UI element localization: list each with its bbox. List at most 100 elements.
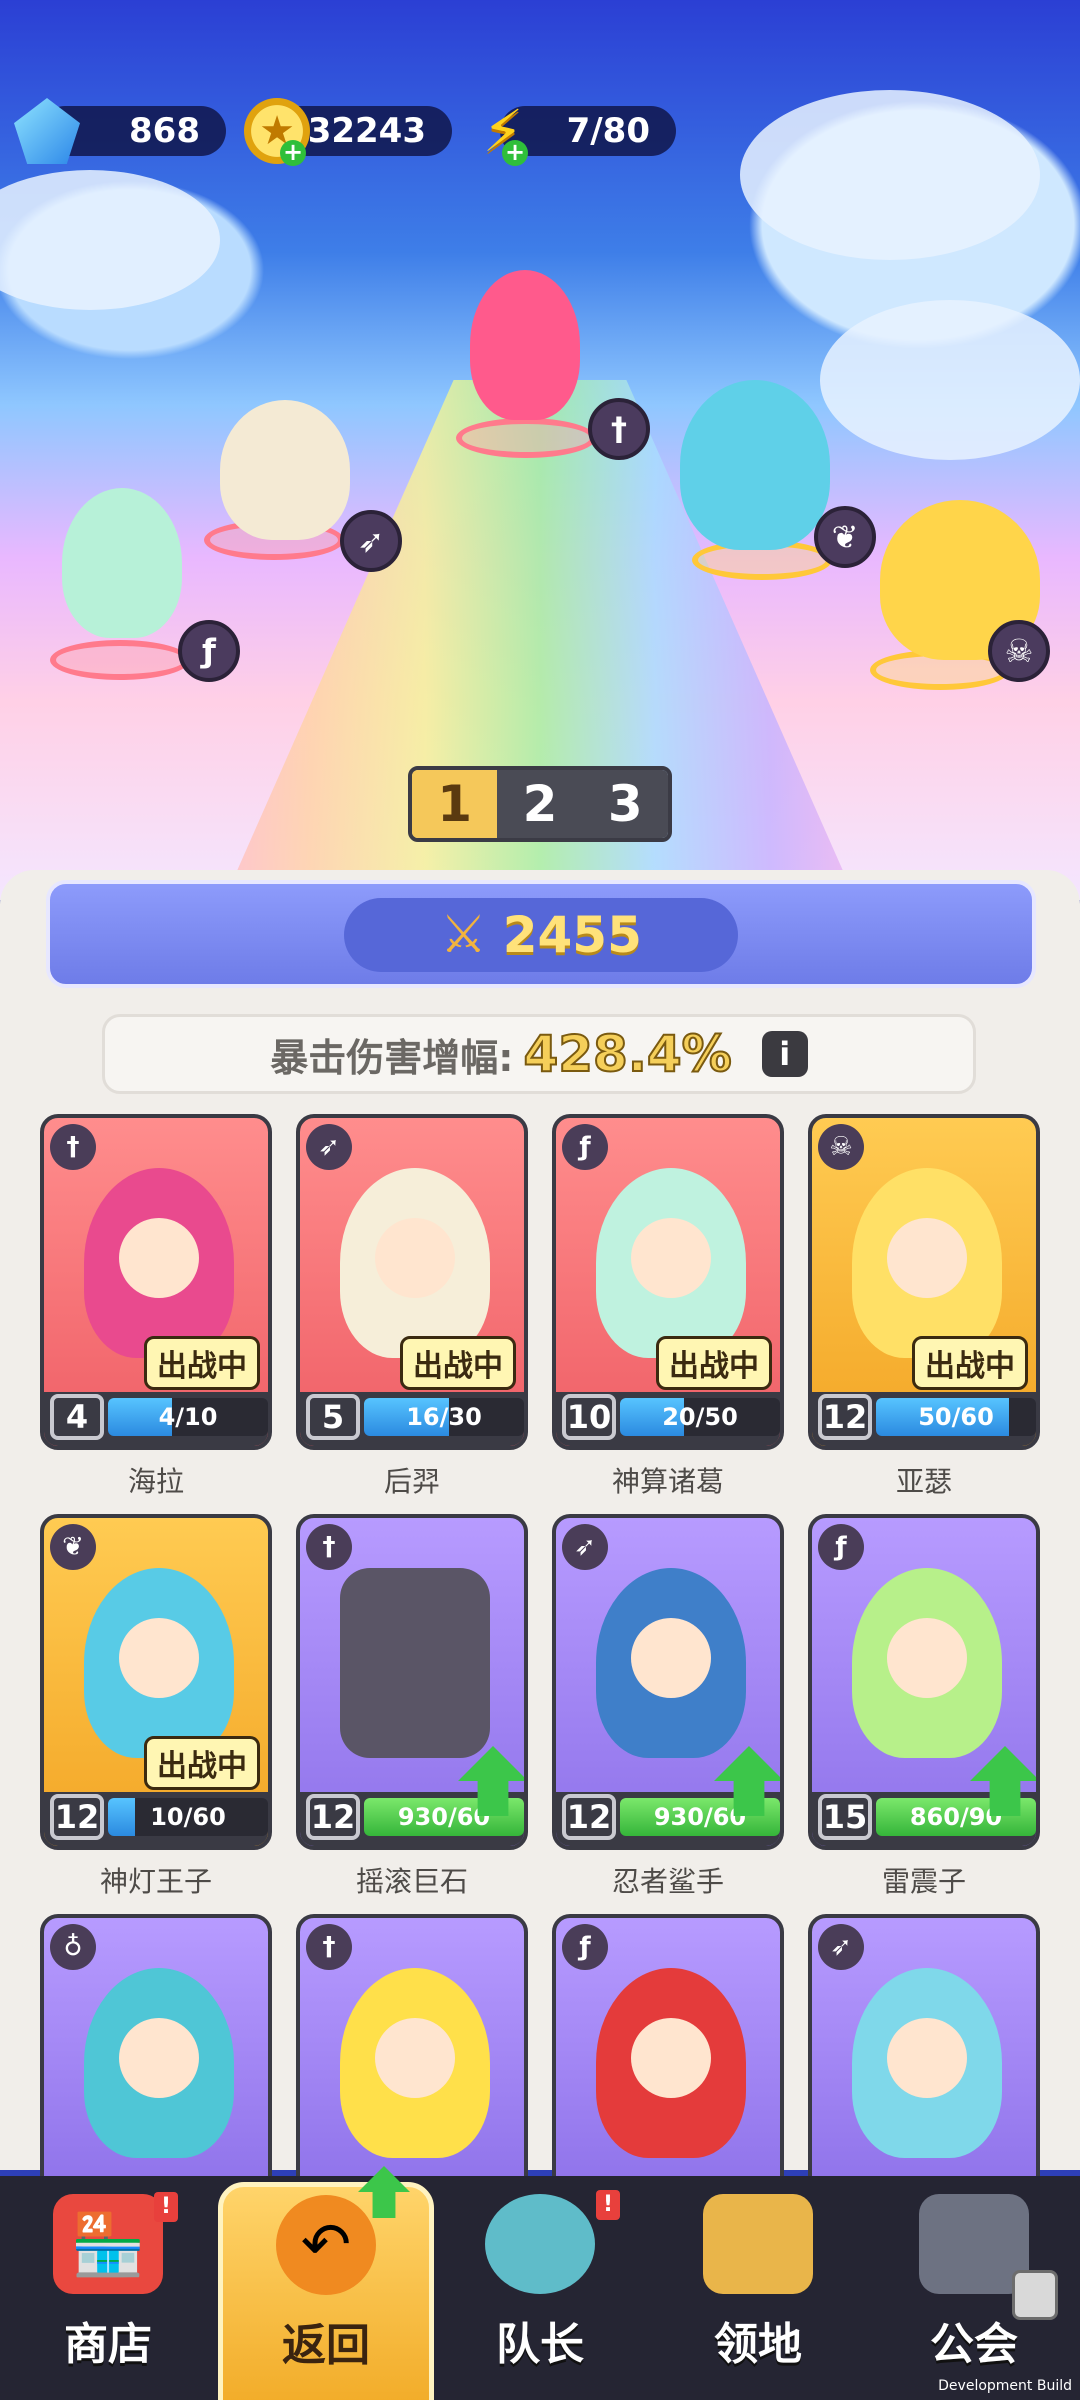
staff-icon: ƒ bbox=[562, 1924, 608, 1970]
hero-name: 神算诸葛 bbox=[611, 1465, 724, 1498]
hero-platform bbox=[456, 418, 596, 458]
nav-label: 领地 bbox=[714, 2319, 802, 2370]
hero-portrait bbox=[84, 1168, 234, 1358]
hero-level: 4 bbox=[50, 1394, 104, 1440]
hero-portrait bbox=[852, 1568, 1002, 1758]
xp-text: 50/60 bbox=[918, 1403, 994, 1431]
hero-name: 后羿 bbox=[383, 1465, 440, 1498]
nav-label: 返回 bbox=[282, 2320, 370, 2371]
cloud-decoration bbox=[0, 170, 220, 310]
in-battle-badge: 出战中 bbox=[144, 1736, 260, 1790]
skull-icon: ☠ bbox=[988, 620, 1050, 682]
hero-name: 神灯王子 bbox=[99, 1865, 212, 1898]
hero-card-arthur[interactable]: ☠ 出战中 12 50/60 bbox=[808, 1114, 1040, 1450]
xp-text: 4/10 bbox=[158, 1403, 218, 1431]
hero-level: 5 bbox=[306, 1394, 360, 1440]
hero-name: 雷震子 bbox=[881, 1865, 966, 1898]
hero-portrait bbox=[596, 1968, 746, 2158]
hero-portrait bbox=[340, 1968, 490, 2158]
hero-card-zhuge[interactable]: ƒ 出战中 10 20/50 bbox=[552, 1114, 784, 1450]
gem-count: 868 bbox=[129, 111, 200, 151]
add-coins-icon[interactable]: + bbox=[280, 140, 306, 166]
xp-bar: 16/30 bbox=[364, 1398, 524, 1436]
stage-hero-houyi[interactable] bbox=[220, 400, 350, 540]
hero-level: 12 bbox=[306, 1794, 360, 1840]
crit-damage-bonus: 暴击伤害增幅: 428.4% i bbox=[102, 1014, 976, 1094]
hero-card[interactable]: † bbox=[296, 1914, 528, 2194]
power-value: 2455 bbox=[502, 906, 642, 964]
bow-icon: ➶ bbox=[818, 1924, 864, 1970]
xp-text: 20/50 bbox=[662, 1403, 738, 1431]
captain-icon bbox=[485, 2194, 595, 2294]
hero-card-rock-golem[interactable]: † 12 930/60 bbox=[296, 1514, 528, 1850]
energy-count: 7/80 bbox=[566, 111, 650, 151]
hero-portrait bbox=[340, 1168, 490, 1358]
shop-icon: 🏪 bbox=[53, 2194, 163, 2294]
notification-badge: ! bbox=[596, 2190, 620, 2220]
hero-card-hela[interactable]: † 出战中 4 4/10 bbox=[40, 1114, 272, 1450]
nav-label: 公会 bbox=[930, 2319, 1018, 2370]
hero-card[interactable]: ➶ bbox=[808, 1914, 1040, 2194]
bow-icon: ➶ bbox=[562, 1524, 608, 1570]
notification-badge: ! bbox=[154, 2192, 178, 2222]
hero-card[interactable]: ƒ bbox=[552, 1914, 784, 2194]
staff-icon: ƒ bbox=[178, 620, 240, 682]
team-tab-1[interactable]: 1 bbox=[412, 770, 498, 838]
hero-level: 10 bbox=[562, 1394, 616, 1440]
hero-portrait bbox=[596, 1568, 746, 1758]
sword-icon: ⚔ bbox=[440, 905, 487, 965]
nav-shop[interactable]: 🏪 商店 bbox=[0, 2176, 216, 2400]
dev-build-watermark: Development Build bbox=[938, 2378, 1072, 2394]
crit-value: 428.4% bbox=[522, 1024, 732, 1084]
stage-hero-hela[interactable] bbox=[470, 270, 580, 420]
hero-card-leizhenzi[interactable]: ƒ 15 860/90 bbox=[808, 1514, 1040, 1850]
lock-icon bbox=[1012, 2270, 1058, 2320]
in-battle-badge: 出战中 bbox=[656, 1336, 772, 1390]
nav-back[interactable]: ↶ 返回 bbox=[218, 2182, 434, 2400]
team-tab-3[interactable]: 3 bbox=[582, 770, 668, 838]
in-battle-badge: 出战中 bbox=[400, 1336, 516, 1390]
wing-icon: ❦ bbox=[814, 506, 876, 568]
staff-icon: ƒ bbox=[818, 1524, 864, 1570]
add-energy-icon[interactable]: + bbox=[502, 140, 528, 166]
hero-portrait bbox=[84, 1968, 234, 2158]
back-icon: ↶ bbox=[276, 2195, 376, 2295]
info-icon[interactable]: i bbox=[761, 1031, 808, 1077]
sword-icon: † bbox=[588, 398, 650, 460]
xp-bar: 50/60 bbox=[876, 1398, 1036, 1436]
hero-card[interactable]: ♁ bbox=[40, 1914, 272, 2194]
crit-label: 暴击伤害增幅: bbox=[270, 1035, 514, 1080]
bow-icon: ➶ bbox=[306, 1124, 352, 1170]
staff-icon: ƒ bbox=[562, 1124, 608, 1170]
hero-name: 海拉 bbox=[127, 1465, 184, 1498]
cloud-decoration bbox=[740, 90, 1040, 260]
nav-territory[interactable]: 领地 bbox=[650, 2176, 866, 2400]
xp-bar: 20/50 bbox=[620, 1398, 780, 1436]
team-tab-2[interactable]: 2 bbox=[497, 770, 583, 838]
hero-card-houyi[interactable]: ➶ 出战中 5 16/30 bbox=[296, 1114, 528, 1450]
bow-icon: ➶ bbox=[340, 510, 402, 572]
hero-level: 15 bbox=[818, 1794, 872, 1840]
territory-icon bbox=[703, 2194, 813, 2294]
hero-name: 摇滚巨石 bbox=[355, 1865, 468, 1898]
skull-icon: ☠ bbox=[818, 1124, 864, 1170]
in-battle-badge: 出战中 bbox=[912, 1336, 1028, 1390]
xp-text: 16/30 bbox=[406, 1403, 482, 1431]
sword-icon: † bbox=[306, 1924, 352, 1970]
sword-icon: † bbox=[306, 1524, 352, 1570]
hero-portrait bbox=[852, 1968, 1002, 2158]
hero-card-genie-prince[interactable]: ❦ 出战中 12 10/60 bbox=[40, 1514, 272, 1850]
hero-level: 12 bbox=[562, 1794, 616, 1840]
hero-level: 12 bbox=[818, 1394, 872, 1440]
hero-portrait bbox=[340, 1568, 490, 1758]
team-selector: 1 2 3 bbox=[408, 766, 672, 842]
cloud-decoration bbox=[820, 300, 1080, 460]
hero-name: 忍者鲨手 bbox=[611, 1865, 724, 1898]
hero-card-ninja-shark[interactable]: ➶ 12 930/60 bbox=[552, 1514, 784, 1850]
stage-hero-genie-prince[interactable] bbox=[680, 380, 830, 550]
hero-portrait bbox=[84, 1568, 234, 1758]
hero-level: 12 bbox=[50, 1794, 104, 1840]
wing-icon: ❦ bbox=[50, 1524, 96, 1570]
in-battle-badge: 出战中 bbox=[144, 1336, 260, 1390]
stage-hero-zhuge[interactable] bbox=[62, 488, 182, 638]
